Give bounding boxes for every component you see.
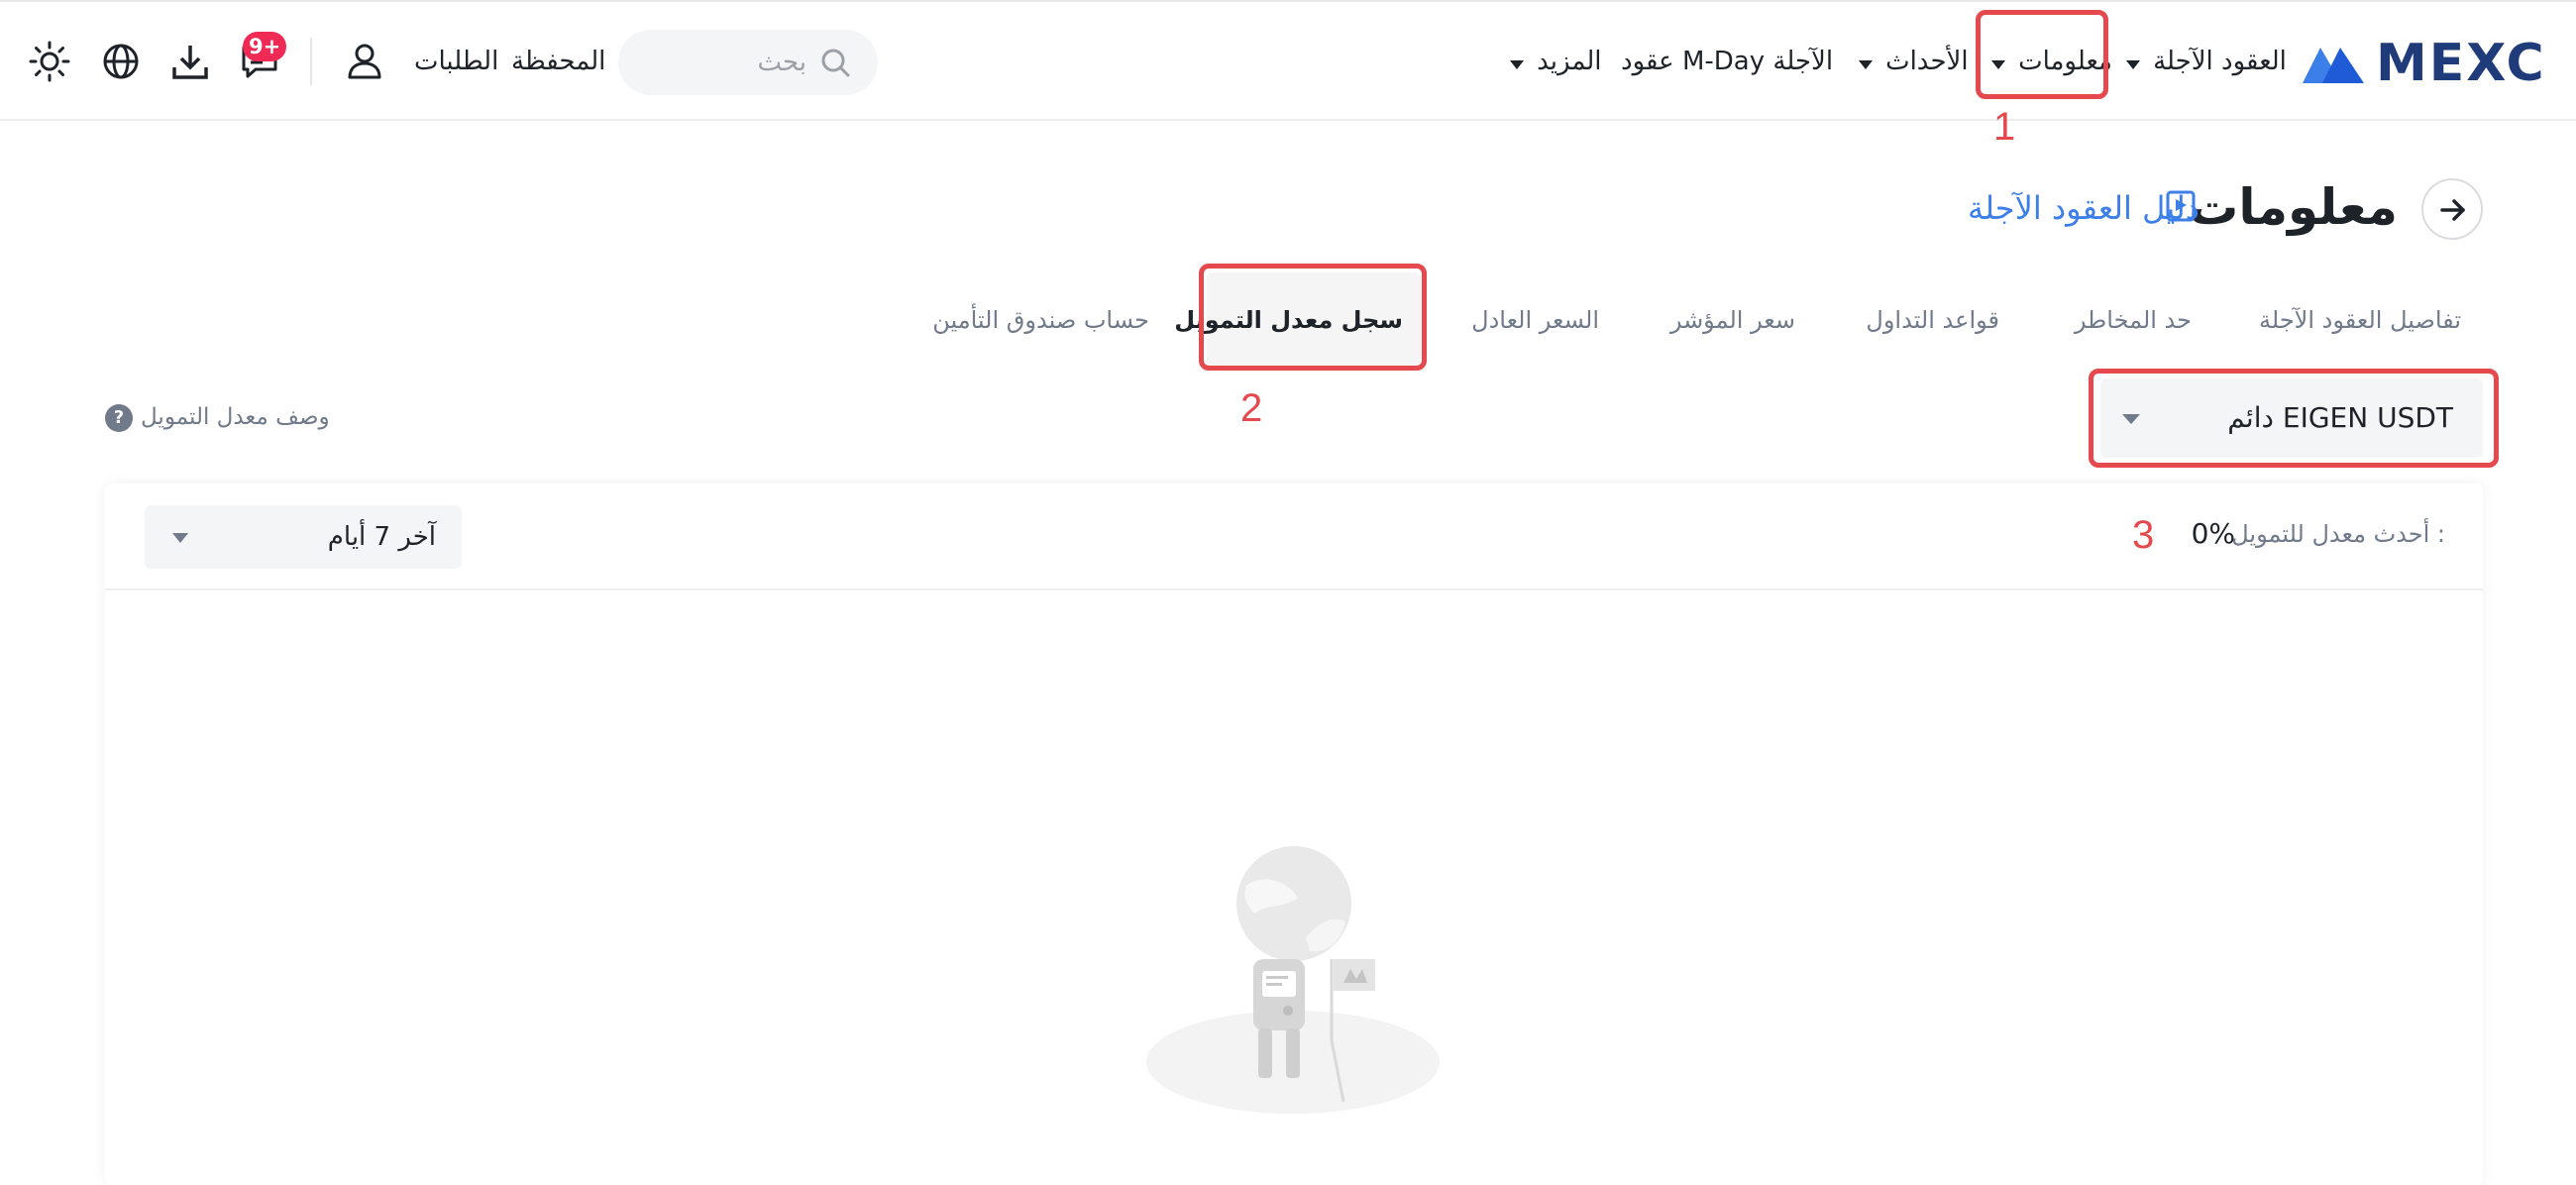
annotation-number-3: 3: [2132, 513, 2155, 557]
funding-rate-description-link[interactable]: وصف معدل التمويل: [141, 400, 330, 434]
nav-futures[interactable]: العقود الآجلة: [2126, 44, 2287, 79]
tab-insurance-fund[interactable]: حساب صندوق التأمين: [932, 303, 1149, 337]
logo-text: MEXC: [2376, 34, 2546, 93]
nav-events[interactable]: الأحداث: [1859, 44, 1969, 79]
nav-orders[interactable]: الطلبات: [414, 44, 498, 79]
nav-divider: [310, 38, 312, 85]
latest-funding-rate-value: 0%: [2191, 517, 2235, 550]
search-placeholder: بحث: [757, 48, 806, 77]
nav-more[interactable]: المزيد: [1510, 44, 1602, 79]
time-range-value: آخر 7 أيام: [327, 522, 436, 552]
card-header: آخر 7 أيام أحدث معدل للتمويل : 0%: [105, 484, 2483, 591]
question-icon: ?: [105, 404, 133, 432]
mexc-logo[interactable]: MEXC: [2301, 34, 2560, 93]
annotation-number-1: 1: [1993, 105, 2016, 149]
nav-mday-label: عقود M-Day الآجلة: [1621, 47, 1834, 76]
highlight-box-symbol-select: [2089, 369, 2499, 468]
search-icon: [821, 49, 850, 77]
mexc-logo-mark-icon: [2303, 48, 2364, 83]
sun-icon[interactable]: [28, 40, 71, 83]
tab-risk-limit[interactable]: حد المخاطر: [2075, 303, 2192, 337]
futures-guide-link[interactable]: دليل العقود الآجلة: [1968, 186, 2200, 230]
nav-wallet[interactable]: المحفظة: [511, 44, 605, 79]
search-input[interactable]: بحث: [618, 30, 878, 95]
time-range-select[interactable]: آخر 7 أيام: [145, 505, 462, 569]
tab-trading-rules[interactable]: قواعد التداول: [1866, 303, 1999, 337]
chevron-down-icon: [172, 533, 188, 543]
user-icon[interactable]: [343, 40, 386, 83]
globe-icon[interactable]: [99, 40, 143, 83]
highlight-box-funding-tab: [1199, 264, 1427, 371]
highlight-box-nav-info: [1976, 10, 2108, 99]
top-navigation-bar: MEXC العقود الآجلة معلومات الأحداث عقود …: [0, 0, 2576, 121]
back-button[interactable]: [2421, 178, 2483, 240]
chevron-down-icon: [1510, 60, 1524, 69]
nav-futures-label: العقود الآجلة: [2153, 47, 2287, 76]
annotation-number-2: 2: [1240, 386, 1263, 430]
empty-state-astronaut-illustration: [1146, 846, 1440, 1114]
page-title: معلومات: [2189, 178, 2398, 236]
arrow-right-icon: [2440, 199, 2465, 221]
notification-badge: 9+: [243, 32, 287, 61]
chevron-down-icon: [1859, 60, 1873, 69]
chevron-down-icon: [2126, 60, 2140, 69]
tab-fair-price[interactable]: السعر العادل: [1471, 303, 1599, 337]
latest-funding-rate-label: أحدث معدل للتمويل :: [2231, 520, 2445, 548]
nav-mday-futures[interactable]: عقود M-Day الآجلة: [1621, 44, 1833, 79]
nav-events-label: الأحداث: [1885, 47, 1969, 76]
download-icon[interactable]: [168, 40, 212, 83]
tab-index-price[interactable]: سعر المؤشر: [1670, 303, 1795, 337]
nav-more-label: المزيد: [1537, 47, 1602, 76]
tab-contract-details[interactable]: تفاصيل العقود الآجلة: [2259, 303, 2461, 337]
